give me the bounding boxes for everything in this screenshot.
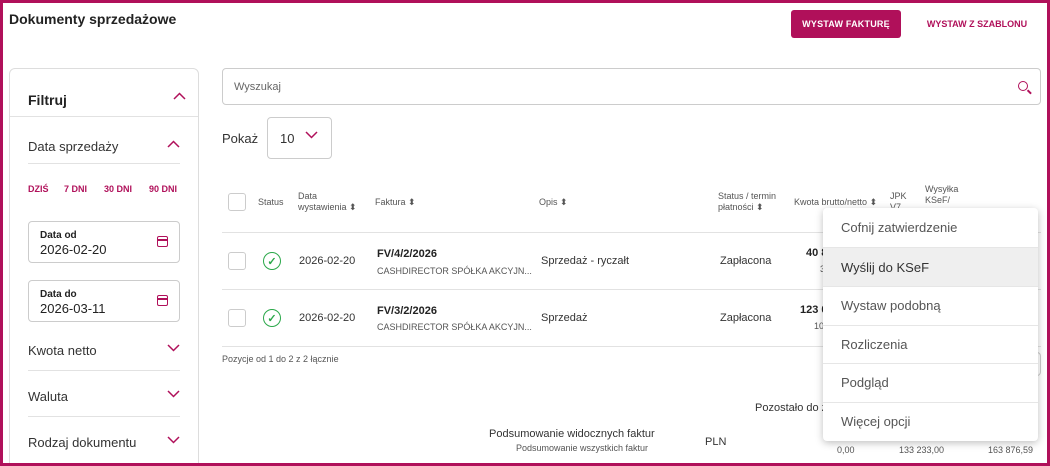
summary-value: 0,00	[837, 445, 855, 455]
net-amount-filter[interactable]: Kwota netto	[28, 343, 97, 358]
date-from-field[interactable]: Data od 2026-02-20	[28, 221, 180, 263]
filter-divider	[10, 116, 198, 117]
search-input[interactable]: Wyszukaj	[222, 68, 1041, 105]
quick-range-90-days[interactable]: 90 DNI	[149, 184, 177, 194]
section-divider	[28, 416, 180, 417]
calendar-icon[interactable]	[157, 295, 168, 306]
check-circle-icon: ✓	[263, 252, 281, 270]
sort-icon: ⬍	[349, 202, 357, 212]
row-client: CASHDIRECTOR SPÓŁKA AKCYJN...	[377, 322, 532, 332]
menu-item-issue-similar[interactable]: Wystaw podobną	[823, 286, 1038, 325]
date-to-value[interactable]: 2026-03-11	[40, 301, 106, 316]
row-issue-date: 2026-02-20	[299, 255, 356, 267]
currency-filter[interactable]: Waluta	[28, 389, 68, 404]
header-payment-status[interactable]: Status / termin płatności ⬍	[718, 191, 776, 213]
chevron-down-icon[interactable]	[167, 436, 180, 444]
header-payment-line1: Status / termin	[718, 191, 777, 201]
page-size-value: 10	[280, 131, 295, 146]
row-invoice-number[interactable]: FV/4/2/2026	[377, 248, 437, 260]
header-invoice-label: Faktura	[375, 197, 406, 207]
chevron-down-icon	[305, 131, 318, 139]
summary-visible-label: Podsumowanie widocznych faktur	[489, 428, 655, 440]
sort-icon: ⬍	[408, 197, 416, 207]
row-checkbox[interactable]	[228, 309, 246, 327]
header-issue-date-line2: wystawienia	[298, 202, 347, 212]
chevron-down-icon[interactable]	[167, 344, 180, 352]
row-context-menu: Cofnij zatwierdzenie Wyślij do KSeF Wyst…	[823, 208, 1038, 441]
quick-range-7-days[interactable]: 7 DNI	[64, 184, 87, 194]
menu-item-preview[interactable]: Podgląd	[823, 363, 1038, 402]
document-type-filter[interactable]: Rodzaj dokumentu	[28, 435, 136, 450]
sort-icon: ⬍	[756, 202, 764, 212]
header-description[interactable]: Opis ⬍	[539, 197, 568, 208]
summary-value: 163 876,59	[988, 445, 1034, 455]
row-issue-date: 2026-02-20	[299, 312, 356, 324]
header-payment-line2: płatności	[718, 202, 754, 212]
section-divider	[28, 163, 180, 164]
header-invoice[interactable]: Faktura ⬍	[375, 197, 416, 208]
sale-date-label[interactable]: Data sprzedaży	[28, 139, 118, 154]
sort-icon: ⬍	[869, 197, 878, 207]
header-status[interactable]: Status	[258, 197, 284, 208]
issue-invoice-button[interactable]: WYSTAW FAKTURĘ	[791, 10, 901, 38]
quick-range-30-days[interactable]: 30 DNI	[104, 184, 132, 194]
header-jpk-line1: JPK	[890, 191, 907, 201]
menu-item-undo-approval[interactable]: Cofnij zatwierdzenie	[823, 208, 1038, 247]
calendar-icon[interactable]	[157, 236, 168, 247]
date-to-field[interactable]: Data do 2026-03-11	[28, 280, 180, 322]
menu-item-settlements[interactable]: Rozliczenia	[823, 325, 1038, 364]
date-from-label: Data od	[40, 230, 77, 241]
positions-info: Pozycje od 1 do 2 z 2 łącznie	[222, 354, 339, 364]
row-invoice-number[interactable]: FV/3/2/2026	[377, 305, 437, 317]
header-ksef-line1: Wysyłka	[925, 184, 959, 194]
summary-value: 133 233,00	[899, 445, 945, 455]
date-to-label: Data do	[40, 289, 77, 300]
row-checkbox[interactable]	[228, 252, 246, 270]
header-issue-date-line1: Data	[298, 191, 318, 201]
remaining-label: Pozostało do z	[755, 402, 828, 414]
row-payment-status: Zapłacona	[720, 255, 772, 267]
search-placeholder: Wyszukaj	[234, 81, 281, 93]
header-ksef[interactable]: Wysyłka KSeF/	[925, 184, 958, 206]
sort-icon: ⬍	[560, 197, 568, 207]
page-size-label: Pokaż	[222, 131, 259, 146]
filter-title: Filtruj	[28, 92, 67, 108]
select-all-checkbox[interactable]	[228, 193, 246, 211]
section-divider	[28, 370, 180, 371]
quick-range-today[interactable]: DZIŚ	[28, 184, 49, 194]
header-amount-label: Kwota brutto/netto	[794, 197, 868, 207]
menu-item-more-options[interactable]: Więcej opcji	[823, 402, 1038, 441]
chevron-up-icon[interactable]	[167, 140, 180, 148]
filter-panel	[9, 68, 199, 466]
menu-item-send-to-ksef[interactable]: Wyślij do KSeF	[823, 248, 1038, 287]
row-payment-status: Zapłacona	[720, 312, 772, 324]
row-description: Sprzedaż - ryczałt	[541, 255, 630, 267]
search-icon[interactable]	[1018, 81, 1028, 91]
summary-currency: PLN	[705, 436, 727, 448]
page-size-select[interactable]: 10	[267, 117, 332, 159]
chevron-up-icon[interactable]	[173, 92, 186, 100]
header-issue-date[interactable]: Data wystawienia ⬍	[298, 191, 357, 213]
row-description: Sprzedaż	[541, 312, 588, 324]
header-ksef-line2: KSeF/	[925, 195, 951, 205]
header-description-label: Opis	[539, 197, 558, 207]
row-client: CASHDIRECTOR SPÓŁKA AKCYJN...	[377, 266, 532, 276]
chevron-down-icon[interactable]	[167, 390, 180, 398]
summary-all-label: Podsumowanie wszystkich faktur	[516, 443, 649, 453]
check-circle-icon: ✓	[263, 309, 281, 327]
issue-from-template-button[interactable]: WYSTAW Z SZABLONU	[918, 10, 1036, 38]
header-amount[interactable]: Kwota brutto/netto ⬍	[794, 197, 877, 208]
date-from-value[interactable]: 2026-02-20	[40, 242, 107, 257]
page-title: Dokumenty sprzedażowe	[9, 11, 177, 27]
